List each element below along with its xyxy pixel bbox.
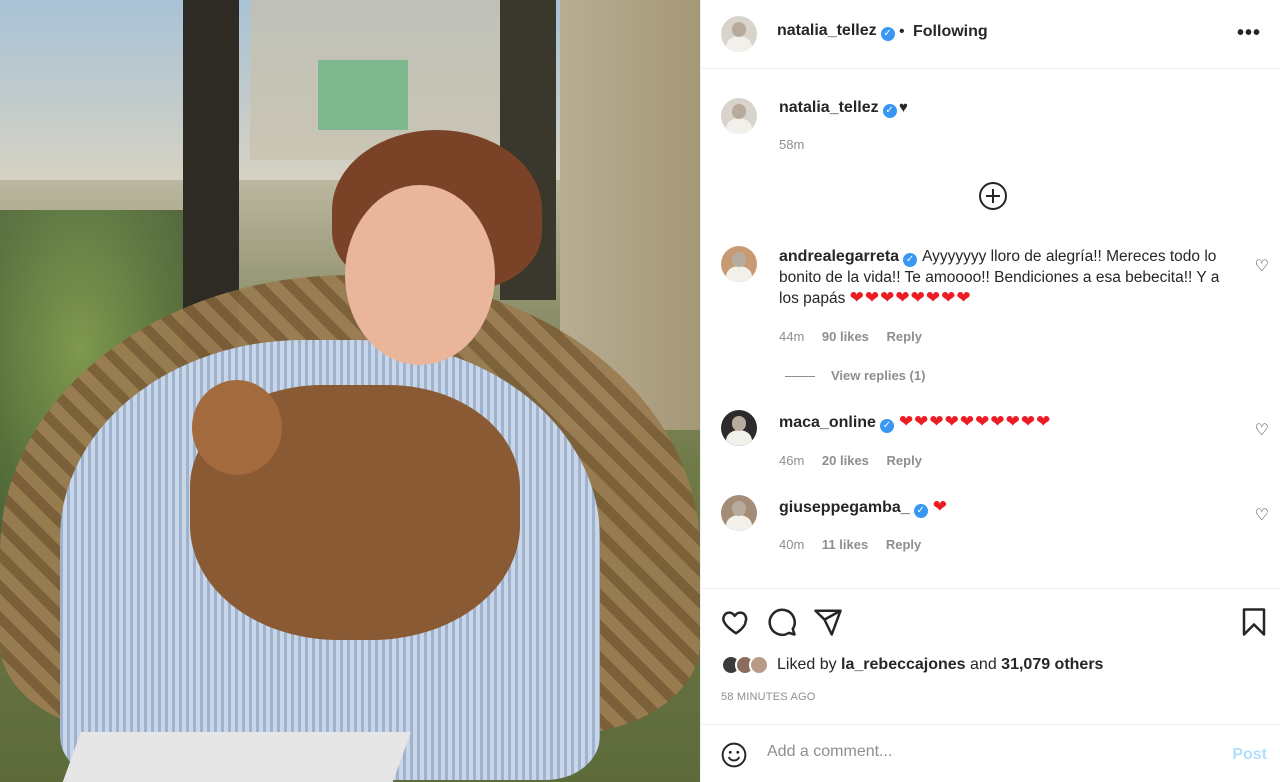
comment-input[interactable] xyxy=(767,743,1207,761)
comment-time[interactable]: 46m xyxy=(779,453,804,468)
like-comment-heart-icon[interactable]: ♡ xyxy=(1255,256,1269,275)
comment-time[interactable]: 40m xyxy=(779,537,804,552)
view-replies-button[interactable]: View replies (1) xyxy=(785,368,925,383)
liker-avatar[interactable] xyxy=(749,655,769,675)
photo-paper xyxy=(59,732,411,782)
verified-badge-icon: ✓ xyxy=(880,27,895,41)
post-header: natalia_tellez ✓ • Following ••• xyxy=(701,0,1280,69)
author-avatar[interactable] xyxy=(721,16,757,52)
more-options-icon[interactable]: ••• xyxy=(1237,22,1261,45)
post-timestamp[interactable]: 58 MINUTES AGO xyxy=(721,691,816,703)
comment-likes[interactable]: 20 likes xyxy=(822,453,869,468)
comment-body: giuseppegamba_ ✓ ❤ xyxy=(779,497,1239,518)
load-more-comments-icon[interactable] xyxy=(979,182,1007,210)
heart-emojis: ❤❤❤❤❤❤❤❤ xyxy=(849,288,972,308)
comment-meta: 46m 20 likes Reply xyxy=(779,453,936,468)
caption-avatar[interactable] xyxy=(721,98,757,134)
post-sidebar: natalia_tellez ✓ • Following ••• natalia_… xyxy=(700,0,1280,782)
comment-username[interactable]: maca_online xyxy=(779,414,876,431)
reply-button[interactable]: Reply xyxy=(887,453,922,468)
add-comment-bar: Post xyxy=(701,725,1280,782)
caption-text: ♥ xyxy=(899,99,908,116)
post-actions: Liked by la_rebeccajones and 31,079 othe… xyxy=(701,588,1280,725)
liked-by-others[interactable]: 31,079 others xyxy=(1001,656,1103,673)
save-bookmark-icon[interactable] xyxy=(1239,607,1269,637)
heart-emojis: ❤❤❤❤❤❤❤❤❤❤ xyxy=(898,412,1052,432)
comment-likes[interactable]: 11 likes xyxy=(822,537,868,552)
comment-time[interactable]: 44m xyxy=(779,329,804,344)
comment-avatar[interactable] xyxy=(721,410,757,446)
share-paper-plane-icon[interactable] xyxy=(813,607,843,637)
photo-sign xyxy=(318,60,408,130)
liked-by-row: Liked by la_rebeccajones and 31,079 othe… xyxy=(721,655,1103,675)
like-heart-icon[interactable] xyxy=(721,607,751,637)
comment-bubble-icon[interactable] xyxy=(767,607,797,637)
comment-avatar[interactable] xyxy=(721,246,757,282)
comment-meta: 44m 90 likes Reply xyxy=(779,329,936,344)
reply-button[interactable]: Reply xyxy=(887,329,922,344)
comment-meta: 40m 11 likes Reply xyxy=(779,537,935,552)
comment-body: maca_online ✓ ❤❤❤❤❤❤❤❤❤❤ xyxy=(779,412,1239,433)
like-comment-heart-icon[interactable]: ♡ xyxy=(1255,505,1269,524)
post-comment-button[interactable]: Post xyxy=(1232,746,1267,764)
emoji-icon[interactable] xyxy=(721,742,747,768)
author-username[interactable]: natalia_tellez ✓ xyxy=(777,22,895,41)
caption-username[interactable]: natalia_tellez ✓ xyxy=(779,99,897,118)
comment-username[interactable]: giuseppegamba_ xyxy=(779,499,910,516)
verified-badge-icon: ✓ xyxy=(913,504,928,518)
heart-emojis: ❤ xyxy=(932,497,948,517)
comment-body: andrealegarreta ✓ Ayyyyyyy lloro de alegrí… xyxy=(779,246,1239,309)
separator-dot: • xyxy=(899,23,905,40)
photo-bear-head xyxy=(192,380,282,475)
verified-badge-icon: ✓ xyxy=(879,419,894,433)
post-photo[interactable] xyxy=(0,0,700,782)
liked-by-text: Liked by la_rebeccajones and 31,079 othe… xyxy=(777,656,1104,673)
verified-badge-icon: ✓ xyxy=(903,253,918,267)
photo-person-face xyxy=(345,185,495,365)
verified-badge-icon: ✓ xyxy=(882,104,897,118)
comment-username[interactable]: andrealegarreta xyxy=(779,248,899,265)
comment-likes[interactable]: 90 likes xyxy=(822,329,869,344)
like-comment-heart-icon[interactable]: ♡ xyxy=(1255,420,1269,439)
liked-by-user[interactable]: la_rebeccajones xyxy=(841,656,966,673)
reply-button[interactable]: Reply xyxy=(886,537,921,552)
comment-avatar[interactable] xyxy=(721,495,757,531)
following-button[interactable]: Following xyxy=(913,23,988,41)
caption-time[interactable]: 58m xyxy=(779,137,804,152)
